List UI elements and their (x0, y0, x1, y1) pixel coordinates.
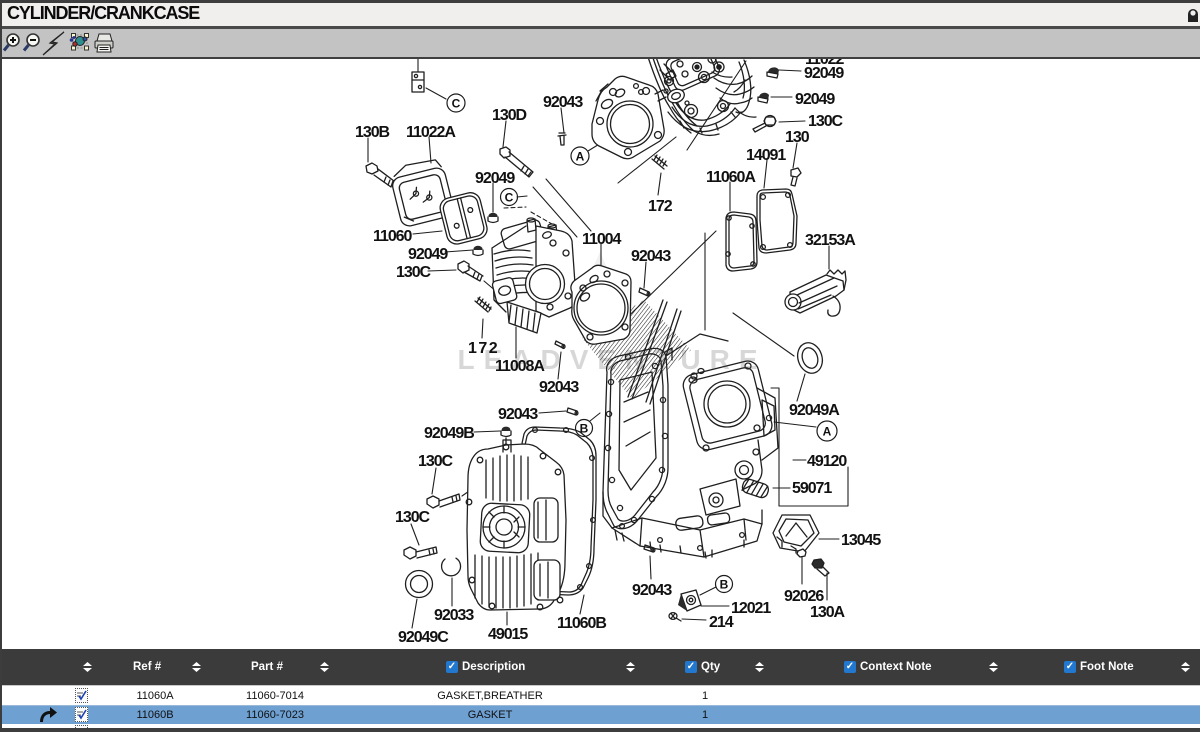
svg-text:14091: 14091 (746, 147, 786, 164)
svg-text:B: B (720, 578, 729, 592)
svg-text:92033: 92033 (434, 607, 474, 624)
svg-text:11060B: 11060B (557, 615, 606, 632)
svg-text:92026: 92026 (784, 588, 824, 605)
svg-text:59071: 59071 (792, 480, 832, 497)
svg-text:172: 172 (468, 340, 499, 357)
svg-text:92043: 92043 (543, 94, 583, 111)
svg-text:92049: 92049 (795, 91, 835, 108)
svg-text:12021: 12021 (731, 600, 771, 617)
svg-text:214: 214 (709, 614, 734, 631)
svg-text:130: 130 (785, 129, 810, 146)
svg-text:172: 172 (648, 198, 673, 215)
svg-text:92049: 92049 (408, 246, 448, 263)
svg-text:130C: 130C (418, 453, 454, 470)
svg-text:130A: 130A (810, 604, 846, 621)
svg-text:92043: 92043 (631, 248, 671, 265)
svg-text:130C: 130C (396, 264, 432, 281)
svg-text:130B: 130B (355, 124, 390, 141)
svg-text:49015: 49015 (488, 626, 528, 643)
svg-text:92043: 92043 (632, 582, 672, 599)
svg-text:32153A: 32153A (805, 232, 856, 249)
svg-text:130D: 130D (492, 107, 527, 124)
svg-text:13045: 13045 (841, 532, 881, 549)
svg-text:11004: 11004 (582, 231, 622, 248)
svg-text:C: C (452, 97, 461, 111)
svg-text:92049C: 92049C (398, 629, 449, 646)
svg-text:92049B: 92049B (424, 425, 474, 442)
svg-text:C: C (505, 191, 514, 205)
svg-text:11022A: 11022A (406, 124, 456, 141)
svg-text:92043: 92043 (539, 379, 579, 396)
svg-text:92049: 92049 (475, 170, 515, 187)
svg-text:A: A (576, 150, 585, 164)
svg-text:11008A: 11008A (495, 358, 545, 375)
svg-text:130C: 130C (395, 509, 431, 526)
svg-text:11060A: 11060A (706, 169, 756, 186)
svg-text:130C: 130C (808, 113, 844, 130)
svg-text:A: A (823, 425, 832, 439)
svg-text:49120: 49120 (807, 453, 847, 470)
svg-text:92043: 92043 (498, 406, 538, 423)
svg-text:B: B (580, 422, 589, 436)
svg-text:11060: 11060 (373, 228, 413, 245)
svg-text:92049A: 92049A (789, 402, 840, 419)
